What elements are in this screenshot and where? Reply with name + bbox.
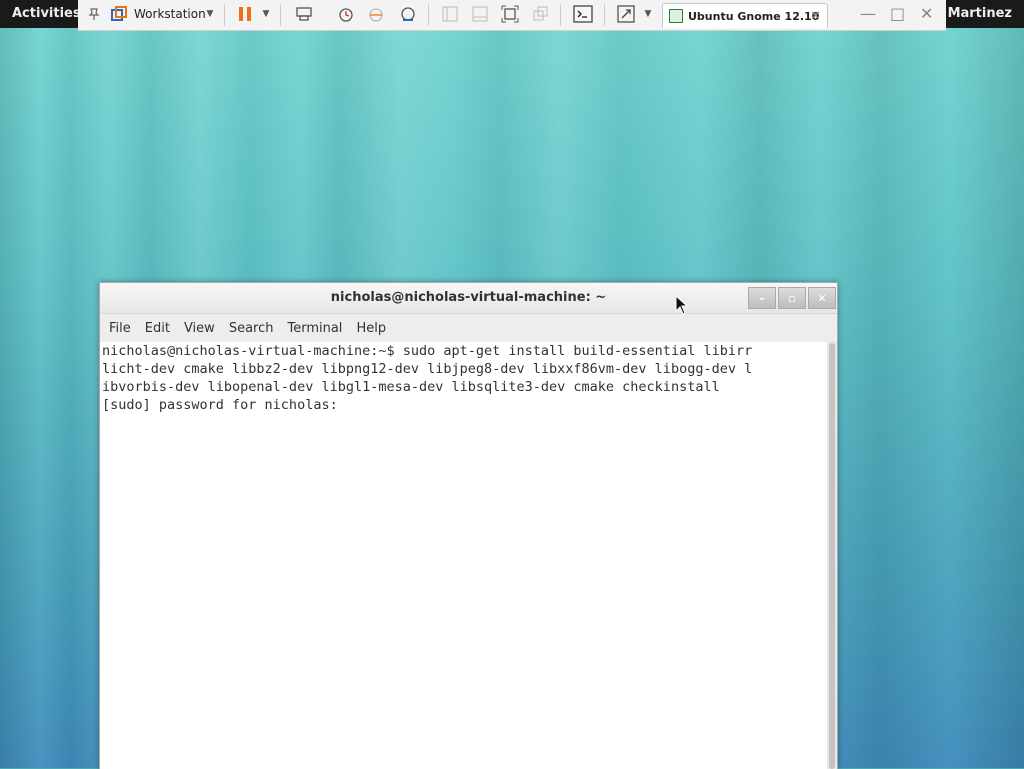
- pause-icon[interactable]: [236, 4, 254, 24]
- menu-view[interactable]: View: [179, 321, 220, 336]
- workstation-menu-label[interactable]: Workstation: [134, 7, 206, 21]
- terminal-scrollbar[interactable]: [827, 341, 837, 769]
- terminal-line: [sudo] password for nicholas:: [102, 397, 346, 413]
- dropdown-icon[interactable]: ▼: [642, 4, 654, 24]
- snapshot-manager-icon[interactable]: [398, 4, 418, 24]
- workstation-icon[interactable]: [110, 4, 128, 24]
- stretch-icon[interactable]: [616, 4, 636, 24]
- scrollbar-thumb[interactable]: [829, 343, 835, 769]
- user-menu[interactable]: Martinez: [948, 6, 1012, 21]
- sidebar-icon[interactable]: [440, 4, 460, 24]
- vmware-toolbar: Workstation ▼ ▼ ▼ Ubuntu Gnome 12.10 ✕ —…: [78, 0, 946, 31]
- console-icon[interactable]: [572, 4, 594, 24]
- pin-icon[interactable]: [84, 4, 104, 24]
- toolbar-divider: [224, 4, 225, 26]
- mouse-pointer-icon: [675, 294, 689, 319]
- terminal-output[interactable]: nicholas@nicholas-virtual-machine:~$ sud…: [100, 341, 827, 769]
- toolbar-divider: [560, 4, 561, 26]
- fullscreen-icon[interactable]: [500, 4, 520, 24]
- minimize-window-button[interactable]: –: [748, 287, 776, 309]
- close-window-button[interactable]: ✕: [808, 287, 836, 309]
- vm-running-icon: [669, 9, 683, 23]
- minimize-icon[interactable]: —: [860, 4, 876, 23]
- toolbar-divider: [280, 4, 281, 26]
- toolbar-divider: [604, 4, 605, 26]
- terminal-line: nicholas@nicholas-virtual-machine:~$ sud…: [102, 343, 753, 359]
- terminal-line: licht-dev cmake libbz2-dev libpng12-dev …: [102, 361, 753, 377]
- vm-tab-ubuntu[interactable]: Ubuntu Gnome 12.10 ✕: [662, 3, 828, 28]
- terminal-menubar: File Edit View Search Terminal Help: [100, 314, 837, 342]
- terminal-window: nicholas@nicholas-virtual-machine: ~ – ▫…: [99, 282, 838, 769]
- terminal-title: nicholas@nicholas-virtual-machine: ~: [330, 290, 607, 305]
- toolbar-divider: [428, 4, 429, 26]
- thumbnail-icon[interactable]: [470, 4, 490, 24]
- maximize-icon[interactable]: □: [890, 4, 905, 23]
- maximize-window-button[interactable]: ▫: [778, 287, 806, 309]
- menu-help[interactable]: Help: [351, 321, 391, 336]
- menu-file[interactable]: File: [104, 321, 136, 336]
- terminal-titlebar[interactable]: nicholas@nicholas-virtual-machine: ~ – ▫…: [100, 283, 837, 314]
- revert-icon[interactable]: [366, 4, 386, 24]
- terminal-line: ibvorbis-dev libopenal-dev libgl1-mesa-d…: [102, 379, 720, 395]
- send-keys-icon[interactable]: [294, 4, 314, 24]
- activities-button[interactable]: Activities: [12, 6, 81, 21]
- unity-icon[interactable]: [530, 4, 550, 24]
- close-icon[interactable]: ✕: [920, 4, 933, 23]
- dropdown-icon[interactable]: ▼: [260, 4, 272, 24]
- dropdown-icon[interactable]: ▼: [204, 4, 216, 24]
- snapshot-icon[interactable]: [336, 4, 356, 24]
- menu-search[interactable]: Search: [224, 321, 279, 336]
- menu-edit[interactable]: Edit: [140, 321, 175, 336]
- close-tab-icon[interactable]: ✕: [810, 9, 821, 24]
- vm-tab-title: Ubuntu Gnome 12.10: [688, 9, 820, 23]
- menu-terminal[interactable]: Terminal: [282, 321, 347, 336]
